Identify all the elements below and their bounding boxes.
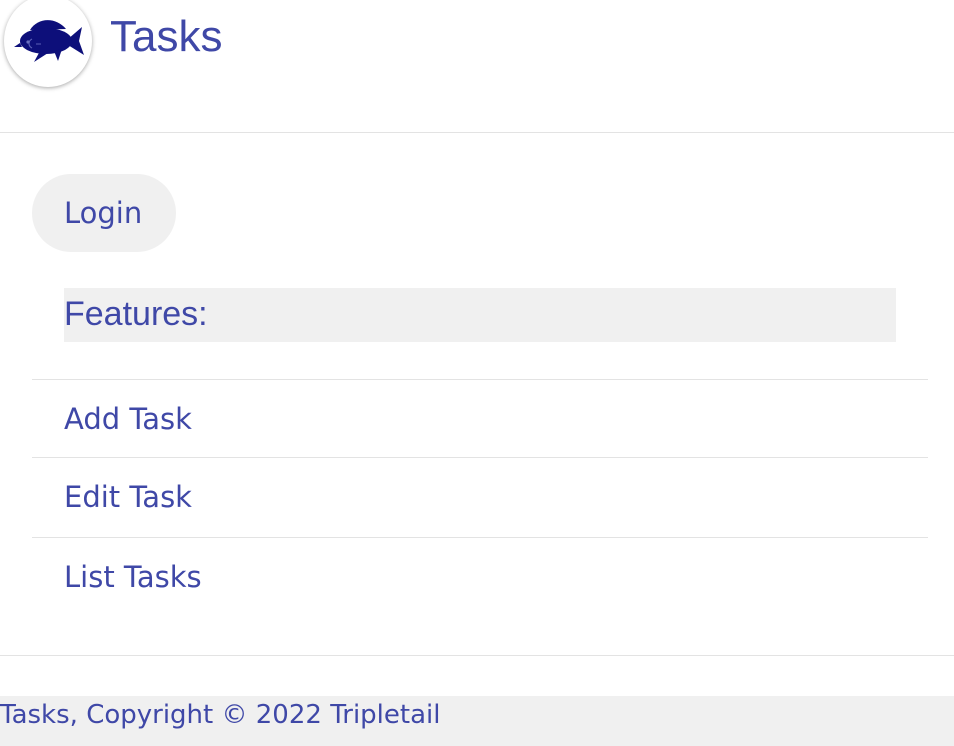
- header-divider: [0, 132, 954, 133]
- nav-item-list-tasks[interactable]: List Tasks: [64, 557, 202, 597]
- copyright-text: Tasks, Copyright © 2022 Tripletail: [0, 700, 441, 730]
- login-button[interactable]: Login: [32, 174, 176, 252]
- nav-divider: [32, 457, 928, 458]
- fish-logo-svg: [14, 20, 84, 62]
- page-footer: Tasks, Copyright © 2022 Tripletail: [0, 696, 954, 746]
- features-heading: Features:: [64, 288, 896, 342]
- nav-divider: [32, 537, 928, 538]
- nav-divider: [32, 379, 928, 380]
- nav-item-add-task[interactable]: Add Task: [64, 399, 192, 439]
- fish-logo-icon[interactable]: [4, 0, 92, 87]
- footer-divider: [0, 655, 954, 656]
- nav-item-edit-task[interactable]: Edit Task: [64, 477, 192, 517]
- app-title[interactable]: Tasks: [110, 12, 222, 62]
- page-header: Tasks: [0, 0, 954, 132]
